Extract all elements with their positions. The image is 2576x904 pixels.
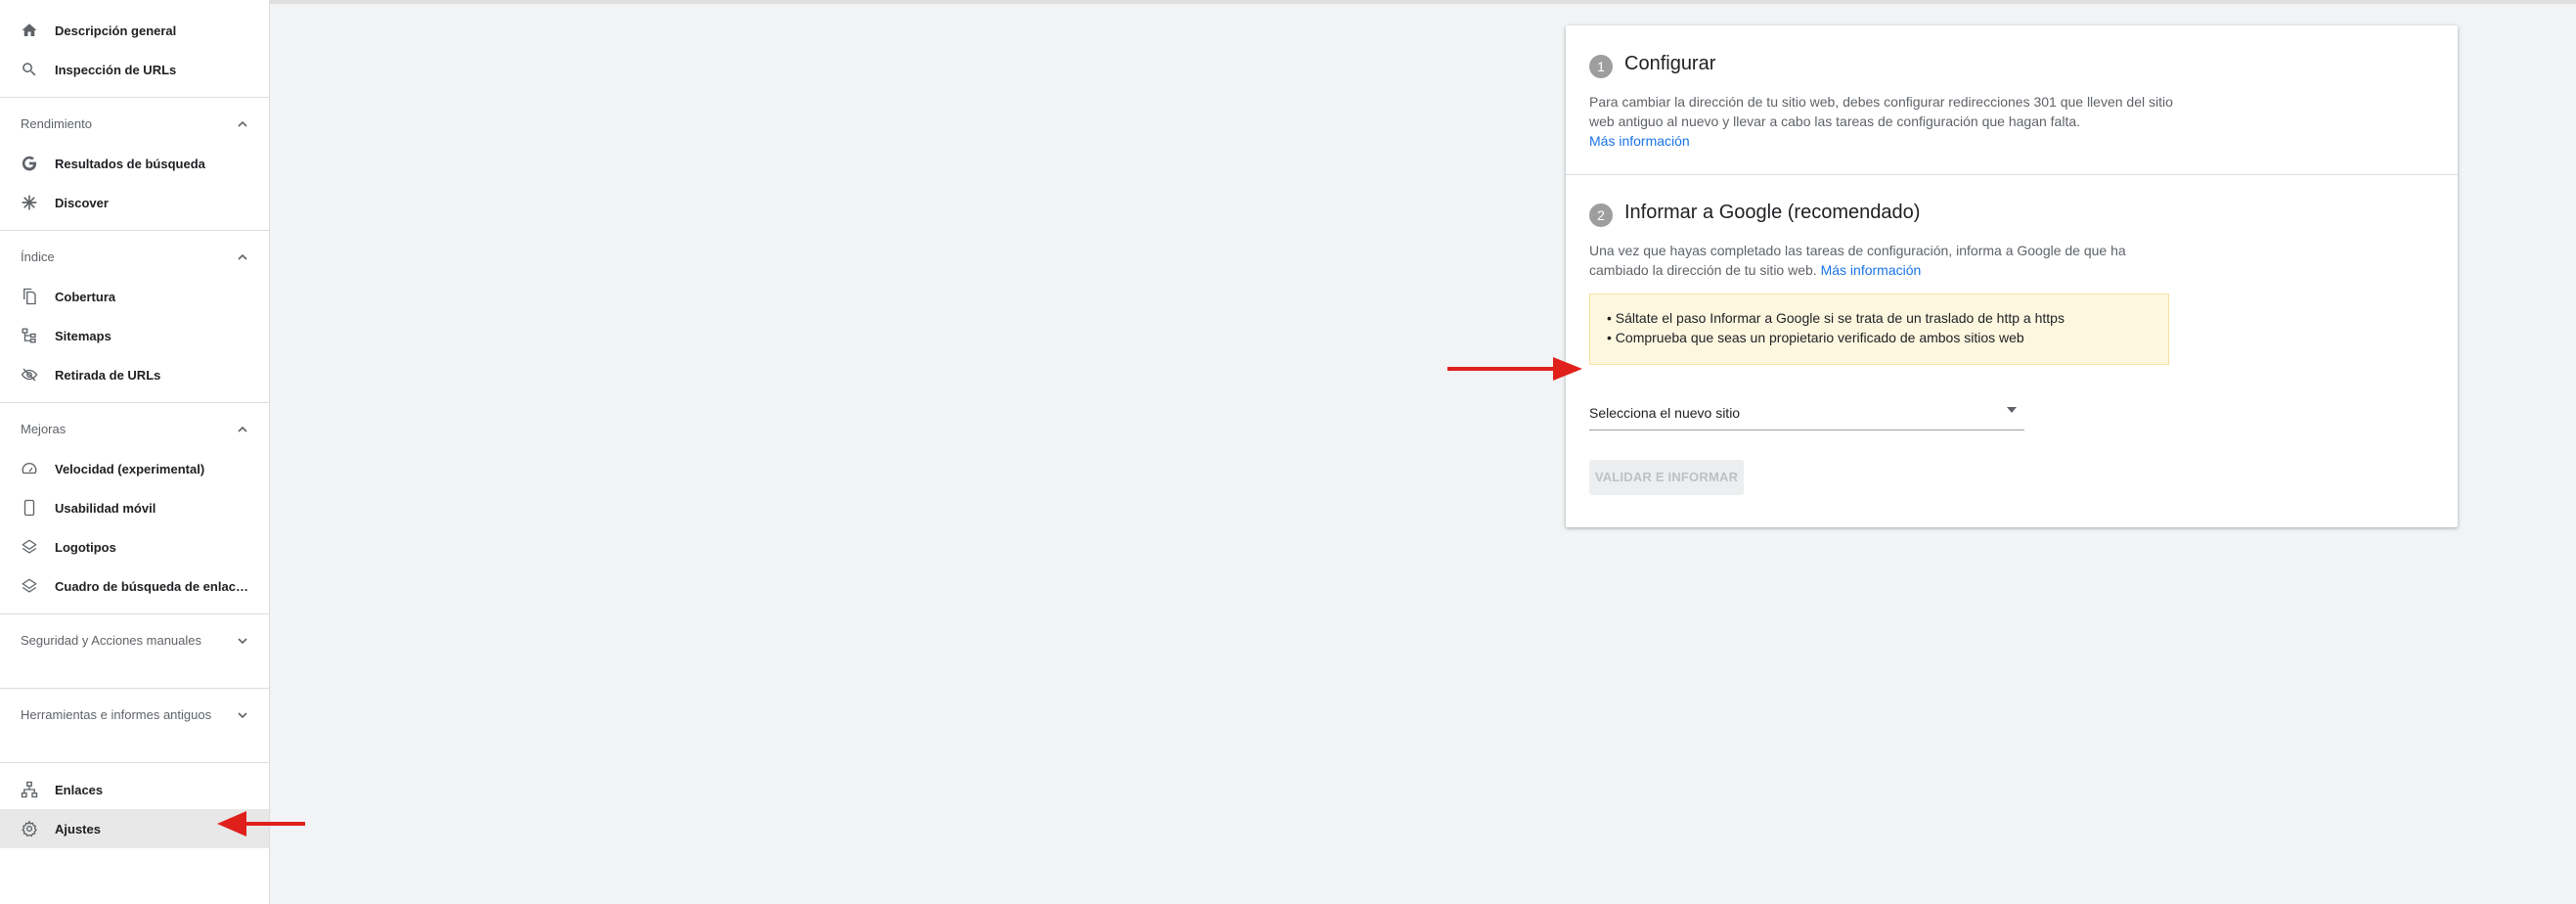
chevron-down-icon: [236, 631, 249, 651]
sidebar-item-label: Retirada de URLs: [55, 367, 161, 383]
section-header-legacy-tools[interactable]: Herramientas e informes antiguos: [0, 705, 269, 725]
smartphone-icon: [21, 499, 38, 517]
warning-box: • Sáltate el paso Informar a Google si s…: [1589, 294, 2169, 365]
sidebar-item-sitemaps[interactable]: Sitemaps: [0, 316, 269, 355]
sidebar-item-label: Ajustes: [55, 821, 101, 836]
section-header-security[interactable]: Seguridad y Acciones manuales: [0, 631, 269, 651]
divider: [0, 97, 269, 98]
top-progress-line: [270, 0, 2576, 4]
sidebar-item-url-removal[interactable]: Retirada de URLs: [0, 355, 269, 394]
sidebar-item-logos[interactable]: Logotipos: [0, 527, 269, 566]
sitemap-icon: [21, 781, 38, 798]
chevron-up-icon: [236, 248, 249, 267]
sidebar-item-overview[interactable]: Descripción general: [0, 11, 269, 50]
file-copy-icon: [21, 288, 38, 305]
validate-and-inform-button[interactable]: Validar e informar: [1589, 460, 1744, 495]
divider: [0, 688, 269, 689]
chevron-down-icon: [236, 705, 249, 725]
step-number: 1: [1589, 55, 1613, 78]
home-icon: [21, 22, 38, 39]
layers-icon: [21, 577, 38, 595]
sidebar-item-url-inspection[interactable]: Inspección de URLs: [0, 50, 269, 89]
card-divider: [1566, 174, 2458, 175]
chevron-up-icon: [236, 114, 249, 134]
section-title: Seguridad y Acciones manuales: [21, 633, 202, 648]
dropdown-arrow-icon: [2007, 407, 2017, 413]
asterisk-icon: [21, 194, 38, 211]
annotation-arrow-icon: [1447, 354, 1584, 384]
learn-more-link[interactable]: Más información: [1821, 262, 1922, 278]
section-header-index[interactable]: Índice: [0, 248, 269, 267]
sidebar-item-coverage[interactable]: Cobertura: [0, 277, 269, 316]
sidebar-item-label: Resultados de búsqueda: [55, 156, 205, 171]
sidebar-item-speed[interactable]: Velocidad (experimental): [0, 449, 269, 488]
layers-icon: [21, 538, 38, 556]
divider: [0, 613, 269, 614]
chevron-up-icon: [236, 420, 249, 439]
sidebar-item-links[interactable]: Enlaces: [0, 770, 269, 809]
divider: [0, 402, 269, 403]
warning-line: • Comprueba que seas un propietario veri…: [1607, 330, 2024, 345]
google-g-icon: [21, 155, 38, 172]
sitemap-icon: [21, 327, 38, 344]
speedometer-icon: [21, 460, 38, 477]
new-site-select[interactable]: Selecciona el nuevo sitio: [1589, 391, 2024, 430]
sidebar-item-sitelinks-searchbox[interactable]: Cuadro de búsqueda de enlaces de sitio: [0, 566, 269, 606]
sidebar-item-discover[interactable]: Discover: [0, 183, 269, 222]
divider: [0, 230, 269, 231]
section-title: Rendimiento: [21, 116, 92, 131]
section-title: Mejoras: [21, 422, 67, 436]
sidebar-item-label: Descripción general: [55, 23, 177, 38]
step-title: Configurar: [1624, 53, 1716, 74]
section-title: Índice: [21, 249, 55, 264]
annotation-arrow-icon: [217, 809, 305, 838]
gear-icon: [21, 820, 38, 837]
step-title: Informar a Google (recomendado): [1624, 202, 1921, 223]
learn-more-link[interactable]: Más información: [1589, 133, 1690, 149]
step-description: Una vez que hayas completado las tareas …: [1589, 241, 2176, 280]
sidebar-item-label: Logotipos: [55, 539, 116, 555]
section-title: Herramientas e informes antiguos: [21, 707, 212, 722]
section-header-enhancements[interactable]: Mejoras: [0, 420, 269, 439]
sidebar-item-label: Sitemaps: [55, 328, 111, 343]
search-icon: [21, 61, 38, 78]
eye-off-icon: [21, 366, 38, 384]
sidebar-item-label: Discover: [55, 195, 109, 210]
section-header-performance[interactable]: Rendimiento: [0, 114, 269, 134]
step-description-text: Para cambiar la dirección de tu sitio we…: [1589, 94, 2173, 129]
change-of-address-card: 1 Configurar Para cambiar la dirección d…: [1566, 25, 2458, 527]
select-placeholder: Selecciona el nuevo sitio: [1589, 405, 1741, 421]
step-description: Para cambiar la dirección de tu sitio we…: [1589, 92, 2176, 151]
sidebar-item-label: Inspección de URLs: [55, 62, 177, 77]
sidebar-item-label: Usabilidad móvil: [55, 500, 156, 516]
step-number: 2: [1589, 203, 1613, 227]
divider: [0, 762, 269, 763]
sidebar: Descripción general Inspección de URLs R…: [0, 0, 270, 904]
sidebar-item-label: Velocidad (experimental): [55, 461, 205, 476]
sidebar-item-label: Cuadro de búsqueda de enlaces de sitio: [55, 578, 250, 594]
sidebar-item-search-results[interactable]: Resultados de búsqueda: [0, 144, 269, 183]
warning-line: • Sáltate el paso Informar a Google si s…: [1607, 310, 2065, 326]
sidebar-item-label: Cobertura: [55, 289, 116, 304]
sidebar-item-label: Enlaces: [55, 782, 104, 797]
sidebar-item-mobile-usability[interactable]: Usabilidad móvil: [0, 488, 269, 527]
